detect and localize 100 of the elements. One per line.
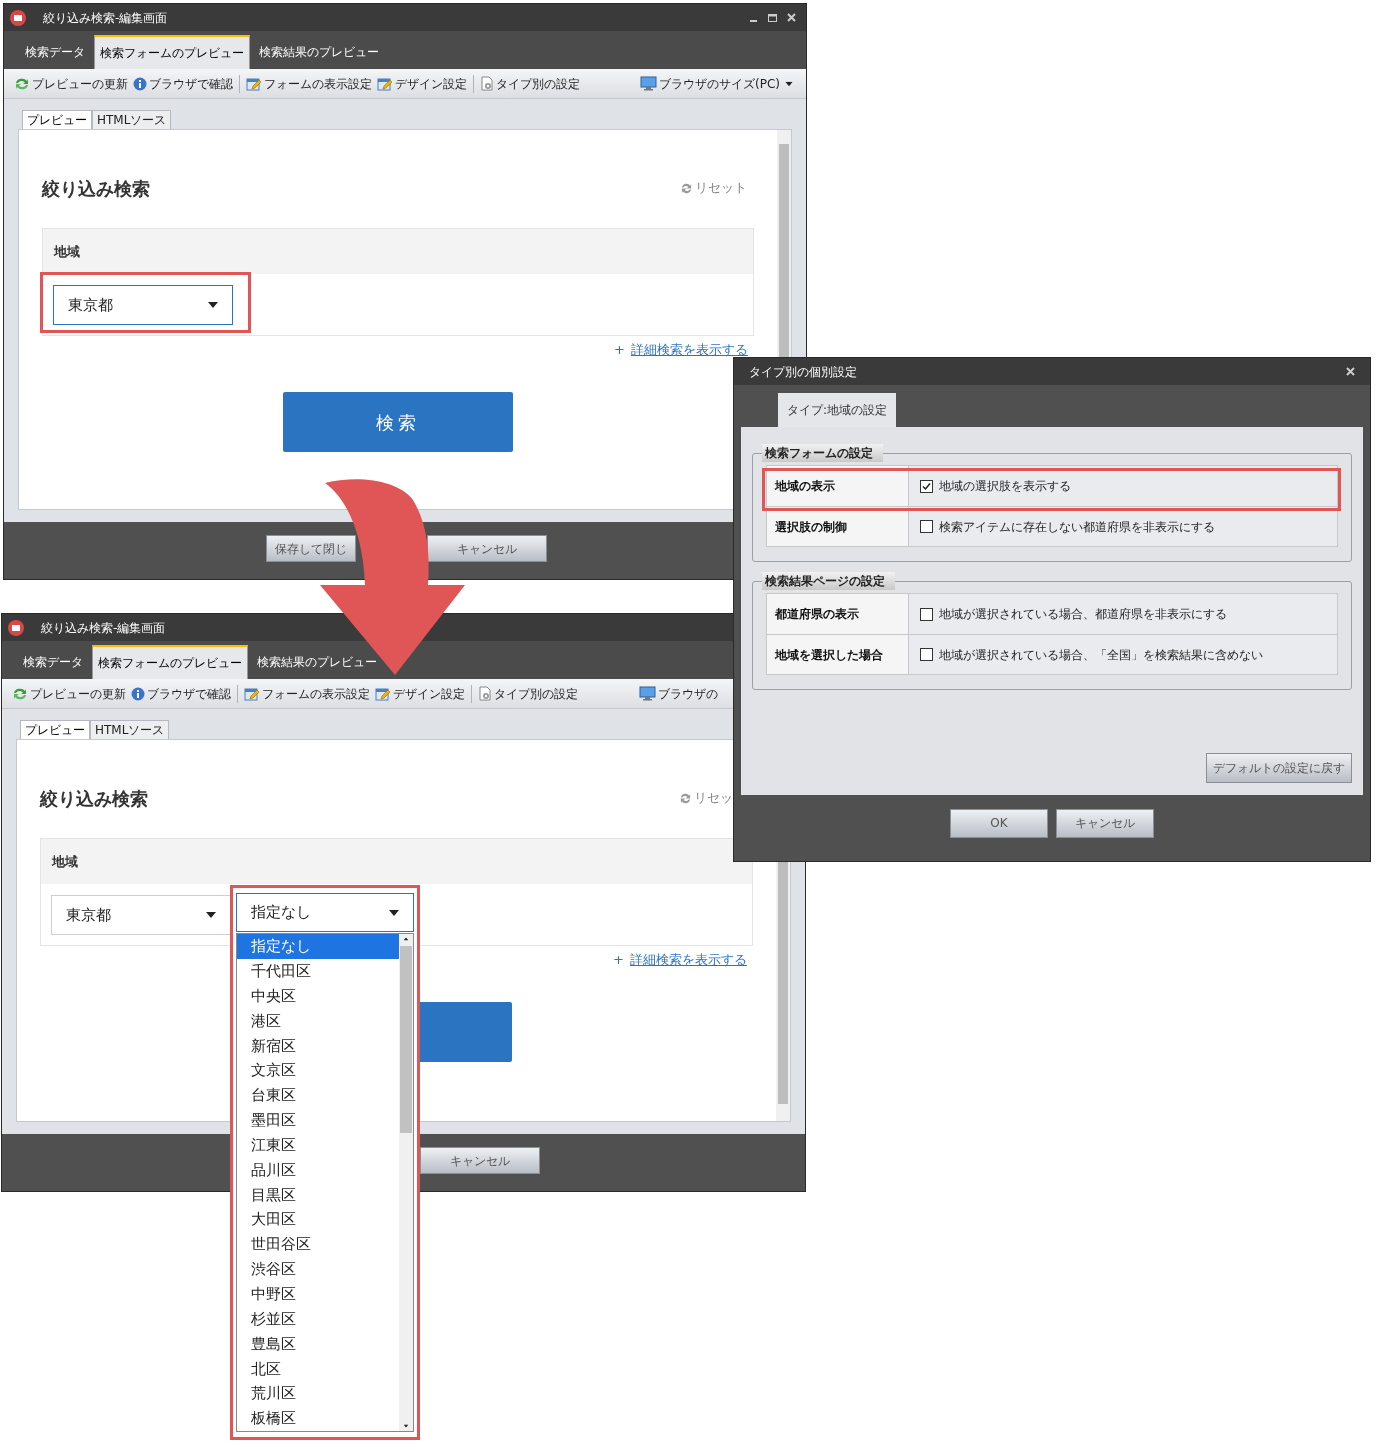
subtab[interactable]: HTMLソース (92, 110, 172, 129)
setting-label: 地域の表示 (767, 466, 909, 506)
toolbar-button[interactable]: ブラウザの (639, 684, 718, 703)
setting-checkbox[interactable]: 検索アイテムに存在しない都道府県を非表示にする (909, 507, 1337, 546)
dropdown-option[interactable]: 新宿区 (237, 1033, 399, 1059)
dropdown-option[interactable]: 渋谷区 (237, 1256, 399, 1282)
dropdown-option[interactable]: 墨田区 (237, 1107, 399, 1133)
dropdown-option[interactable]: 荒川区 (237, 1381, 399, 1407)
caret-icon (403, 1424, 409, 1428)
toolbar-button[interactable]: ブラウザで確認 (131, 684, 231, 703)
checkbox[interactable] (920, 479, 933, 493)
tab[interactable]: 検索データ (18, 645, 88, 679)
setting-label: 都道府県の表示 (767, 594, 909, 634)
region-select[interactable]: 東京都 (51, 895, 231, 935)
refresh-icon (14, 76, 30, 91)
dropdown-option[interactable]: 千代田区 (237, 958, 399, 984)
footer-button[interactable]: キャンセル (427, 535, 547, 562)
footer-button[interactable]: 保存して閉じ (266, 535, 356, 562)
setting-checkbox[interactable]: 地域が選択されている場合、都道府県を非表示にする (909, 594, 1337, 634)
dropdown-option[interactable]: 中央区 (237, 983, 399, 1009)
tab[interactable]: 検索フォームのプレビュー (94, 35, 250, 69)
tab[interactable]: タイプ:地域の設定 (778, 393, 897, 427)
check-icon (922, 481, 931, 491)
edit-icon (375, 686, 391, 701)
subtab[interactable]: HTMLソース (90, 720, 170, 739)
caret-icon (208, 302, 218, 308)
footer-button[interactable]: キャンセル (420, 1147, 540, 1174)
reset-default-button[interactable]: デフォルトの設定に戻す (1206, 753, 1352, 783)
tab[interactable]: 検索データ (20, 35, 90, 69)
dialog-button[interactable]: キャンセル (1056, 808, 1154, 838)
dropdown-option[interactable]: 大田区 (237, 1207, 399, 1233)
edit-icon (244, 686, 260, 701)
dropdown-option[interactable]: 文京区 (237, 1058, 399, 1084)
tab[interactable]: 検索結果のプレビュー (254, 35, 384, 69)
caret-icon (403, 937, 409, 941)
subtab[interactable]: プレビュー (20, 720, 90, 739)
dropdown-option[interactable]: 品川区 (237, 1157, 399, 1183)
setting-label: 地域を選択した場合 (767, 635, 909, 674)
dropdown-option[interactable]: 目黒区 (237, 1182, 399, 1208)
toolbar-button[interactable]: フォームの表示設定 (244, 684, 370, 703)
toolbar-button[interactable]: タイプ別の設定 (480, 74, 580, 93)
dialog-title: タイプ別の個別設定 (749, 363, 857, 381)
toolbar-button[interactable]: プレビューの更新 (12, 684, 126, 703)
app-icon (10, 9, 26, 26)
refresh-icon (679, 791, 692, 805)
reset-link[interactable]: リセット (680, 178, 754, 198)
toolbar-button[interactable]: プレビューの更新 (14, 74, 128, 93)
checkbox[interactable] (920, 648, 933, 661)
toolbar-button[interactable]: ブラウザのサイズ(PC) (640, 74, 794, 93)
tab[interactable]: 検索結果のプレビュー (252, 645, 382, 679)
toolbar-button[interactable]: ブラウザで確認 (133, 74, 233, 93)
setting-checkbox[interactable]: 地域の選択肢を表示する (909, 466, 1337, 506)
app-icon (8, 619, 24, 636)
reset-link[interactable]: リセッ (679, 788, 753, 808)
caret-icon (206, 912, 216, 918)
maximize-icon[interactable] (768, 13, 777, 22)
region-select[interactable]: 東京都 (53, 285, 233, 325)
field-label: 地域 (54, 242, 80, 261)
dropdown-option[interactable]: 港区 (237, 1008, 399, 1034)
toolbar-button[interactable]: デザイン設定 (375, 684, 465, 703)
toolbar-button[interactable]: タイプ別の設定 (478, 684, 578, 703)
form-heading: 絞り込み検索 (40, 786, 148, 811)
monitor-icon (639, 686, 656, 701)
setting-label: 選択肢の制御 (767, 507, 909, 546)
detail-search-link[interactable]: + 詳細検索を表示する (613, 950, 747, 970)
group-title: 検索結果ページの設定 (762, 572, 895, 590)
dropdown-option[interactable]: 世田谷区 (237, 1232, 399, 1257)
group-title: 検索フォームの設定 (762, 444, 883, 462)
subtab[interactable]: プレビュー (22, 110, 92, 129)
close-icon[interactable] (1346, 367, 1355, 376)
detail-search-link[interactable]: + 詳細検索を表示する (614, 340, 748, 360)
dropdown-option[interactable]: 杉並区 (237, 1306, 399, 1332)
monitor-icon (640, 76, 657, 91)
region-select[interactable]: 指定なし (236, 893, 414, 932)
toolbar-button[interactable]: デザイン設定 (377, 74, 467, 93)
edit-icon (246, 76, 262, 91)
dropdown-option[interactable]: 中野区 (237, 1281, 399, 1307)
dropdown-option[interactable]: 豊島区 (237, 1331, 399, 1357)
window-title: 絞り込み検索-編集画面 (43, 9, 168, 27)
dropdown-option[interactable]: 板橋区 (237, 1406, 399, 1431)
dialog-button[interactable]: OK (950, 808, 1048, 838)
search-button[interactable]: 検索 (283, 392, 513, 452)
dropdown-option[interactable]: 北区 (237, 1356, 399, 1382)
scrollbar[interactable] (399, 934, 413, 1431)
dropdown-option[interactable]: 江東区 (237, 1132, 399, 1158)
setting-checkbox[interactable]: 地域が選択されている場合、「全国」を検索結果に含めない (909, 635, 1337, 674)
edit-icon (377, 76, 393, 91)
toolbar-button[interactable]: フォームの表示設定 (246, 74, 372, 93)
dropdown-option[interactable]: 指定なし (237, 934, 399, 959)
gear-page-icon (478, 686, 492, 701)
tab[interactable]: 検索フォームのプレビュー (92, 645, 248, 679)
close-icon[interactable] (787, 13, 796, 22)
checkbox[interactable] (920, 520, 933, 533)
caret-icon (389, 909, 399, 916)
window-title: 絞り込み検索-編集画面 (41, 619, 166, 637)
info-icon (131, 686, 145, 701)
checkbox[interactable] (920, 607, 933, 621)
dropdown-option[interactable]: 台東区 (237, 1083, 399, 1108)
refresh-icon (12, 686, 28, 701)
form-heading: 絞り込み検索 (42, 176, 150, 201)
